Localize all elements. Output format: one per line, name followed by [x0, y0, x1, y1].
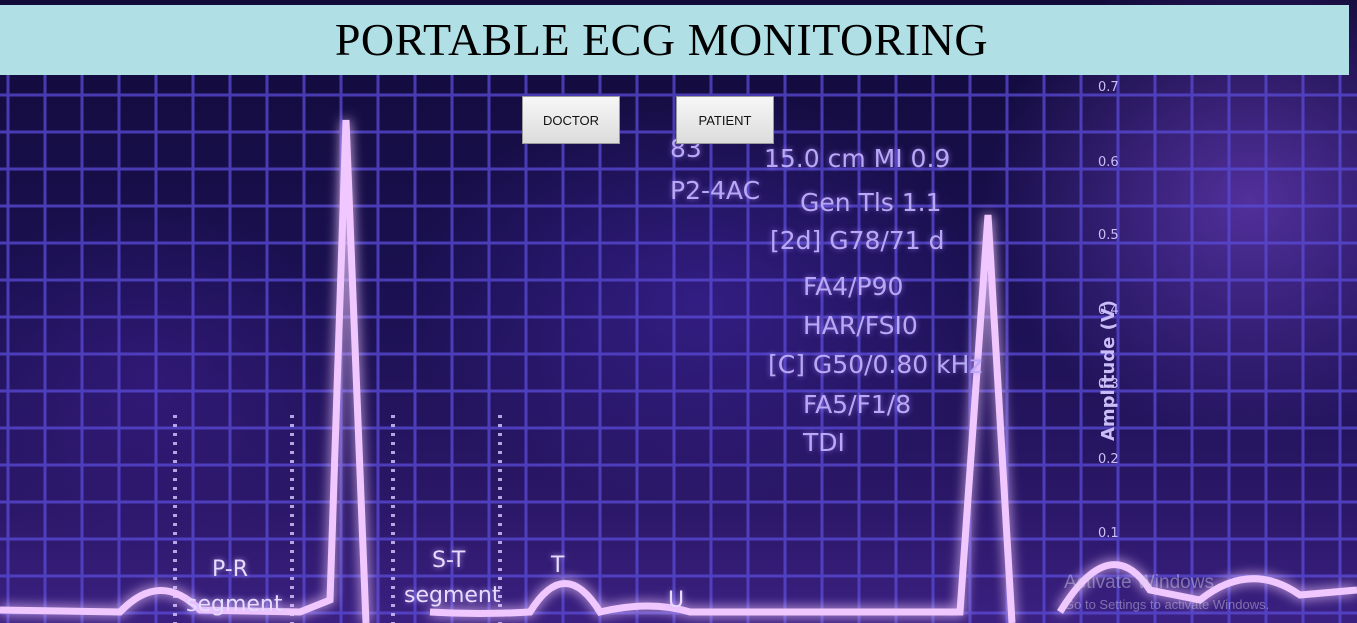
tick-1: 0.6: [1098, 155, 1119, 170]
readout-6: HAR/FSI0: [803, 311, 918, 340]
ecg-grid-graphic: [0, 75, 1357, 623]
activate-windows-title: Activate Windows: [1064, 572, 1214, 593]
readout-1: 15.0 cm MI 0.9: [764, 144, 951, 173]
patient-button[interactable]: PATIENT: [676, 96, 774, 144]
title-banner: PORTABLE ECG MONITORING: [0, 5, 1349, 75]
page-title: PORTABLE ECG MONITORING: [334, 14, 989, 65]
u-wave-label: U: [668, 588, 685, 613]
readout-8: FA5/F1/8: [803, 390, 912, 419]
tick-2: 0.5: [1098, 228, 1119, 243]
readout-9: TDI: [803, 428, 845, 457]
readout-4: [2d] G78/71 d: [770, 226, 945, 255]
readout-7: [C] G50/0.80 kHz: [768, 350, 983, 379]
st-label: S-T: [432, 548, 466, 573]
tick-6: 0.1: [1098, 526, 1119, 541]
activate-windows-subtitle: Go to Settings to activate Windows.: [1064, 597, 1270, 612]
pr-label: P-R: [212, 557, 249, 582]
pr-segment-label: segment: [186, 592, 283, 617]
st-segment-label: segment: [404, 583, 501, 608]
tick-0: 0.7: [1098, 80, 1119, 95]
axis-title: Amplitude (V): [1098, 299, 1120, 442]
readout-2: P2-4AC: [670, 176, 761, 205]
tick-4: 0.3: [1098, 377, 1119, 392]
readout-5: FA4/P90: [803, 272, 904, 301]
doctor-button[interactable]: DOCTOR: [522, 96, 620, 144]
tick-3: 0.4: [1098, 303, 1119, 318]
readout-3: Gen Tls 1.1: [800, 188, 942, 217]
tick-5: 0.2: [1098, 452, 1119, 467]
t-wave-label: T: [551, 553, 565, 578]
